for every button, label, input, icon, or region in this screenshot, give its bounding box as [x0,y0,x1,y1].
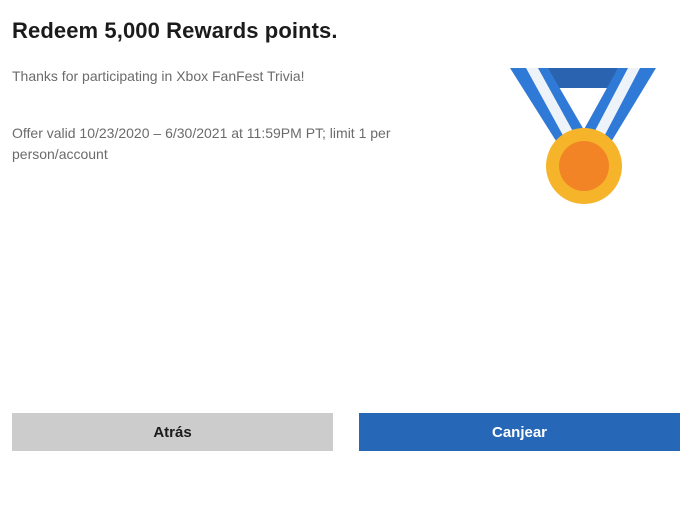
redeem-dialog: Redeem 5,000 Rewards points. Thanks for … [0,0,695,509]
dialog-title: Redeem 5,000 Rewards points. [12,18,338,43]
medal-icon [510,68,656,204]
back-button[interactable]: Atrás [12,413,333,451]
medal-inner [559,141,609,191]
dialog-subtitle: Thanks for participating in Xbox FanFest… [12,68,305,84]
redeem-button[interactable]: Canjear [359,413,680,451]
ribbon-top-bar [548,68,618,88]
offer-details: Offer valid 10/23/2020 – 6/30/2021 at 11… [12,125,391,162]
